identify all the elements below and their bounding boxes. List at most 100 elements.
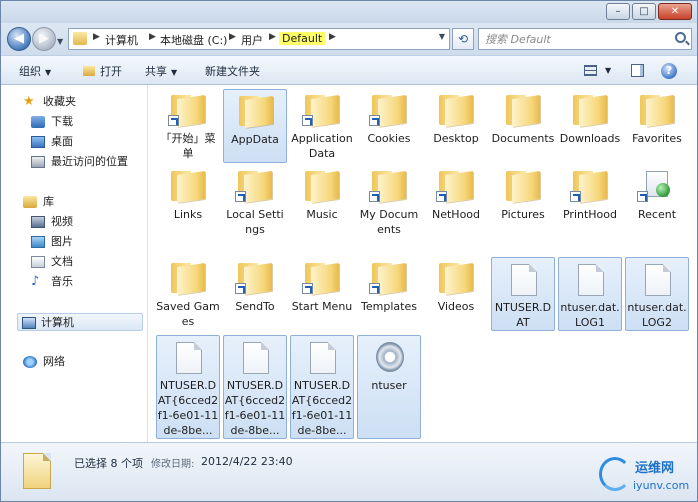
folder-icon <box>171 171 205 203</box>
file-item[interactable]: ntuser <box>357 335 421 439</box>
downloads-icon <box>31 116 45 128</box>
file-item[interactable]: Favorites <box>625 89 689 163</box>
nav-documents-label: 文档 <box>51 255 73 268</box>
file-item[interactable]: Start Menu <box>290 257 354 331</box>
share-button[interactable]: 共享 ▼ <box>145 63 177 79</box>
recent-pages-dropdown[interactable]: ▼ <box>57 37 63 46</box>
file-item[interactable]: Recent <box>625 165 689 253</box>
breadcrumb-users[interactable]: 用户 <box>241 32 263 48</box>
help-icon[interactable]: ? <box>661 63 677 79</box>
selection-count: 已选择 8 个项 <box>74 457 143 470</box>
file-item[interactable]: NTUSER.DAT{6cced2f1-6e01-11de-8be... <box>223 335 287 439</box>
folder-icon <box>305 171 339 203</box>
address-history-dropdown[interactable]: ▼ <box>439 32 445 41</box>
watermark-en-text: iyunv.com <box>633 479 690 492</box>
nav-computer[interactable]: 计算机 <box>17 313 143 331</box>
open-button[interactable]: 打开 <box>83 63 122 79</box>
nav-recent-label: 最近访问的位置 <box>51 155 128 168</box>
nav-music-label: 音乐 <box>51 275 73 288</box>
libraries-icon <box>23 196 37 208</box>
file-item[interactable]: NTUSER.DAT{6cced2f1-6e01-11de-8be... <box>290 335 354 439</box>
file-item-label: AppData <box>231 133 279 146</box>
file-icon <box>243 342 269 374</box>
folder-icon <box>573 95 607 127</box>
back-arrow-icon: ◀ <box>14 31 24 46</box>
breadcrumb-local-disk[interactable]: 本地磁盘 (C:) <box>160 32 227 48</box>
file-item[interactable]: Templates <box>357 257 421 331</box>
file-item[interactable]: NetHood <box>424 165 488 253</box>
file-item[interactable]: Downloads <box>558 89 622 163</box>
file-list[interactable]: 「开始」菜单 AppData Application Data Cookies Desk… <box>148 85 697 442</box>
file-icon <box>645 264 671 296</box>
file-item[interactable]: Links <box>156 165 220 253</box>
file-item[interactable]: Cookies <box>357 89 421 163</box>
folder-icon <box>73 32 87 45</box>
file-item[interactable]: Application Data <box>290 89 354 163</box>
refresh-button[interactable]: ⟲ <box>452 28 474 50</box>
file-item[interactable]: Pictures <box>491 165 555 253</box>
watermark-cn-text: 运维网 <box>635 461 675 476</box>
file-item[interactable]: 「开始」菜单 <box>156 89 220 163</box>
file-item[interactable]: NTUSER.DAT{6cced2f1-6e01-11de-8be... <box>156 335 220 439</box>
file-item[interactable]: Videos <box>424 257 488 331</box>
nav-desktop-label: 桌面 <box>51 135 73 148</box>
file-item[interactable]: PrintHood <box>558 165 622 253</box>
videos-icon <box>31 216 45 228</box>
file-item-label: Application Data <box>291 132 353 160</box>
file-item[interactable]: ntuser.dat.LOG1 <box>558 257 622 331</box>
search-input[interactable] <box>485 32 665 46</box>
maximize-button[interactable]: □ <box>632 3 656 20</box>
modified-date-label: 修改日期: <box>151 459 195 470</box>
file-item[interactable]: My Documents <box>357 165 421 253</box>
minimize-button[interactable]: – <box>606 3 630 20</box>
folder-icon <box>640 95 674 127</box>
file-item[interactable]: Local Settings <box>223 165 287 253</box>
shortcut-arrow-icon <box>369 191 380 202</box>
file-item-label: NTUSER.DAT{6cced2f1-6e01-11de-8be... <box>291 379 353 437</box>
music-icon: ♪ <box>31 274 40 289</box>
chevron-down-icon: ▼ <box>171 68 178 77</box>
breadcrumb-separator-icon[interactable]: ▶ <box>329 32 336 42</box>
search-icon[interactable] <box>675 32 686 43</box>
close-button[interactable]: ✕ <box>658 3 692 20</box>
network-icon <box>23 356 37 368</box>
nav-computer-label: 计算机 <box>41 316 74 329</box>
file-icon <box>176 342 202 374</box>
explorer-window: – □ ✕ ◀ ▶ ▼ ▶ 计算机 ▶ 本地磁盘 (C:) ▶ 用户 ▶ Def… <box>0 0 698 502</box>
file-item[interactable]: Saved Games <box>156 257 220 331</box>
search-box[interactable] <box>478 28 692 50</box>
breadcrumb-separator-icon[interactable]: ▶ <box>229 32 236 42</box>
file-item[interactable]: AppData <box>223 89 287 163</box>
file-item-label: 「开始」菜单 <box>160 132 216 160</box>
command-bar: 组织 ▼ 打开 共享 ▼ 新建文件夹 ▼ ? <box>1 55 697 85</box>
breadcrumb-separator-icon[interactable]: ▶ <box>269 32 276 42</box>
file-item[interactable]: ntuser.dat.LOG2 <box>625 257 689 331</box>
file-item-label: Templates <box>361 300 417 313</box>
back-button[interactable]: ◀ <box>7 27 31 51</box>
shortcut-arrow-icon <box>235 283 246 294</box>
breadcrumb-separator-icon[interactable]: ▶ <box>93 32 100 42</box>
file-item[interactable]: NTUSER.DAT <box>491 257 555 331</box>
nav-favorites-label: 收藏夹 <box>43 95 76 108</box>
forward-button[interactable]: ▶ <box>32 27 56 51</box>
breadcrumb-separator-icon[interactable]: ▶ <box>149 32 156 42</box>
file-item-label: Start Menu <box>291 300 353 313</box>
recent-places-icon <box>31 156 45 168</box>
file-item[interactable]: Music <box>290 165 354 253</box>
file-item-label: Downloads <box>559 132 621 145</box>
breadcrumb-computer[interactable]: 计算机 <box>105 32 138 48</box>
chevron-down-icon: ▼ <box>438 32 445 41</box>
breadcrumb-default[interactable]: Default <box>279 32 326 45</box>
file-item[interactable]: SendTo <box>223 257 287 331</box>
file-item[interactable]: Desktop <box>424 89 488 163</box>
file-item[interactable]: Documents <box>491 89 555 163</box>
file-item-label: Pictures <box>501 208 545 221</box>
shortcut-arrow-icon <box>168 115 179 126</box>
preview-pane-icon[interactable] <box>631 64 644 77</box>
view-options-icon[interactable] <box>584 65 597 76</box>
view-options-dropdown[interactable]: ▼ <box>605 66 611 75</box>
organize-button[interactable]: 组织 ▼ <box>19 63 51 79</box>
address-bar[interactable]: ▶ 计算机 ▶ 本地磁盘 (C:) ▶ 用户 ▶ Default ▶ ▼ <box>68 28 450 50</box>
file-item-label: Local Settings <box>226 208 284 236</box>
new-folder-button[interactable]: 新建文件夹 <box>205 63 260 79</box>
